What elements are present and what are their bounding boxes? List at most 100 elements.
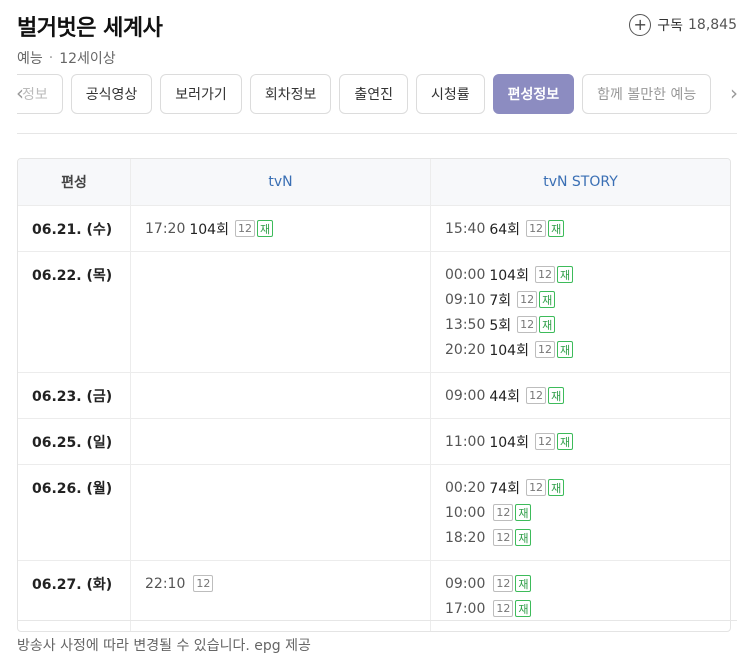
table-row: 06.25. (일) 11:00 104회 12 재	[18, 418, 730, 464]
genre-label: 예능	[17, 51, 43, 67]
age-rating-badge: 12	[517, 316, 538, 333]
table-row: 06.26. (월) 00:20 74회 12 재 10:00 12 재 18:20 12 재	[18, 464, 730, 560]
schedule-entry: 09:00 12 재	[445, 571, 716, 596]
air-time: 00:00	[445, 266, 486, 283]
age-rating-badge: 12	[493, 600, 514, 617]
schedule-entry: 20:20 104회 12 재	[445, 337, 716, 362]
tab-4[interactable]: 출연진	[339, 74, 408, 114]
schedule-entry: 09:10 7회 12 재	[445, 287, 716, 312]
schedule-entry: 17:00 12 재	[445, 596, 716, 621]
tab-3[interactable]: 회차정보	[249, 74, 332, 114]
air-time: 20:20	[445, 341, 486, 358]
air-time: 13:50	[445, 316, 486, 333]
subscribe-count: 18,845	[688, 17, 737, 33]
air-time: 18:20	[445, 529, 486, 546]
rerun-badge: 재	[556, 341, 574, 358]
episode-number: 104회	[189, 221, 229, 238]
episode-number: 104회	[489, 267, 529, 284]
age-rating-badge: 12	[534, 433, 555, 450]
table-row: 06.23. (금) 09:00 44회 12 재	[18, 372, 730, 418]
tab-1[interactable]: 공식영상	[70, 74, 153, 114]
tab-2[interactable]: 보러가기	[160, 74, 242, 114]
rerun-badge: 재	[515, 504, 532, 521]
schedule-entry: 11:00 104회 12 재	[445, 429, 716, 454]
tvn-cell	[131, 419, 431, 464]
subscribe-label: 구독	[657, 18, 683, 34]
age-rating-badge: 12	[493, 504, 514, 521]
program-title: 벌거벗은 세계사	[17, 16, 163, 41]
table-header-row: 편성 tvN tvN STORY	[18, 159, 730, 205]
section-divider	[17, 133, 737, 134]
tvn-cell	[131, 373, 431, 418]
schedule-entry: 00:20 74회 12 재	[445, 475, 716, 500]
rerun-badge: 재	[548, 220, 565, 237]
table-row: 06.21. (수) 17:20 104회 12 재 15:40 64회 12 재	[18, 205, 730, 251]
footer-note: 방송사 사정에 따라 변경될 수 있습니다. epg 제공	[17, 620, 737, 655]
meta-separator: ·	[48, 50, 54, 66]
rerun-badge: 재	[539, 316, 556, 333]
header-tvn-story: tvN STORY	[431, 159, 730, 205]
rerun-badge: 재	[548, 479, 565, 496]
schedule-date: 06.22. (목)	[18, 252, 131, 372]
age-rating-badge: 12	[526, 387, 547, 404]
air-time: 09:00	[445, 387, 486, 404]
air-time: 17:20	[145, 220, 186, 237]
tab-7[interactable]: 함께 볼만한 예능	[582, 74, 712, 114]
plus-icon: +	[629, 14, 652, 36]
rerun-badge: 재	[539, 291, 556, 308]
tvn-story-cell: 11:00 104회 12 재	[431, 419, 730, 464]
chevron-right-icon[interactable]: ›	[724, 81, 744, 105]
age-rating-badge: 12	[193, 575, 214, 592]
tvn-cell	[131, 252, 431, 372]
program-meta: 예능 · 12세이상	[17, 48, 162, 68]
schedule-date: 06.21. (수)	[18, 206, 131, 251]
schedule-entry: 17:20 104회 12 재	[145, 216, 416, 241]
age-rating-badge: 12	[526, 220, 547, 237]
schedule-date: 06.26. (월)	[18, 465, 131, 560]
episode-number: 64회	[489, 221, 521, 238]
rerun-badge: 재	[548, 387, 565, 404]
schedule-entry: 00:00 104회 12 재	[445, 262, 716, 287]
air-time: 11:00	[445, 433, 486, 450]
schedule-entry: 13:50 5회 12 재	[445, 312, 716, 337]
tvn-story-cell: 00:20 74회 12 재 10:00 12 재 18:20 12 재	[431, 465, 730, 560]
tab-6[interactable]: 편성정보	[492, 74, 575, 114]
age-rating-badge: 12	[493, 529, 514, 546]
schedule-entry: 22:10 12	[145, 571, 416, 596]
rerun-badge: 재	[556, 433, 574, 450]
subscribe-button[interactable]: + 구독 18,845	[629, 14, 737, 36]
air-time: 09:10	[445, 291, 486, 308]
schedule-date: 06.23. (금)	[18, 373, 131, 418]
tab-5[interactable]: 시청률	[416, 74, 485, 114]
age-rating-badge: 12	[234, 220, 255, 237]
schedule-entry: 10:00 12 재	[445, 500, 716, 525]
episode-number: 104회	[489, 342, 529, 359]
tvn-story-cell: 15:40 64회 12 재	[431, 206, 730, 251]
rerun-badge: 재	[515, 529, 532, 546]
air-time: 22:10	[145, 575, 186, 592]
table-row: 06.22. (목) 00:00 104회 12 재 09:10 7회 12 재 13:50 5회 1…	[18, 251, 730, 372]
age-rating-badge: 12	[517, 291, 538, 308]
tvn-story-cell: 00:00 104회 12 재 09:10 7회 12 재 13:50 5회 12 재 20:20 104…	[431, 252, 730, 372]
header-date: 편성	[18, 159, 131, 205]
tvn-cell	[131, 465, 431, 560]
air-time: 09:00	[445, 575, 486, 592]
tvn-cell: 17:20 104회 12 재	[131, 206, 431, 251]
episode-number: 7회	[489, 292, 512, 309]
schedule-date: 06.25. (일)	[18, 419, 131, 464]
age-rating-label: 12세이상	[59, 51, 116, 67]
age-rating-badge: 12	[493, 575, 514, 592]
schedule-entry: 15:40 64회 12 재	[445, 216, 716, 241]
air-time: 10:00	[445, 504, 486, 521]
schedule-table: 편성 tvN tvN STORY 06.21. (수) 17:20 104회 12 재 1…	[17, 158, 731, 632]
episode-number: 44회	[489, 388, 521, 405]
rerun-badge: 재	[515, 575, 532, 592]
rerun-badge: 재	[256, 220, 274, 237]
age-rating-badge: 12	[534, 266, 555, 283]
chevron-left-icon[interactable]: ‹	[10, 81, 30, 105]
tab-list: 정보 공식영상 보러가기 회차정보 출연진 시청률 편성정보 함께 볼만한 예능	[17, 74, 717, 116]
age-rating-badge: 12	[534, 341, 555, 358]
episode-number: 5회	[489, 317, 512, 334]
episode-number: 74회	[489, 480, 521, 497]
age-rating-badge: 12	[526, 479, 547, 496]
